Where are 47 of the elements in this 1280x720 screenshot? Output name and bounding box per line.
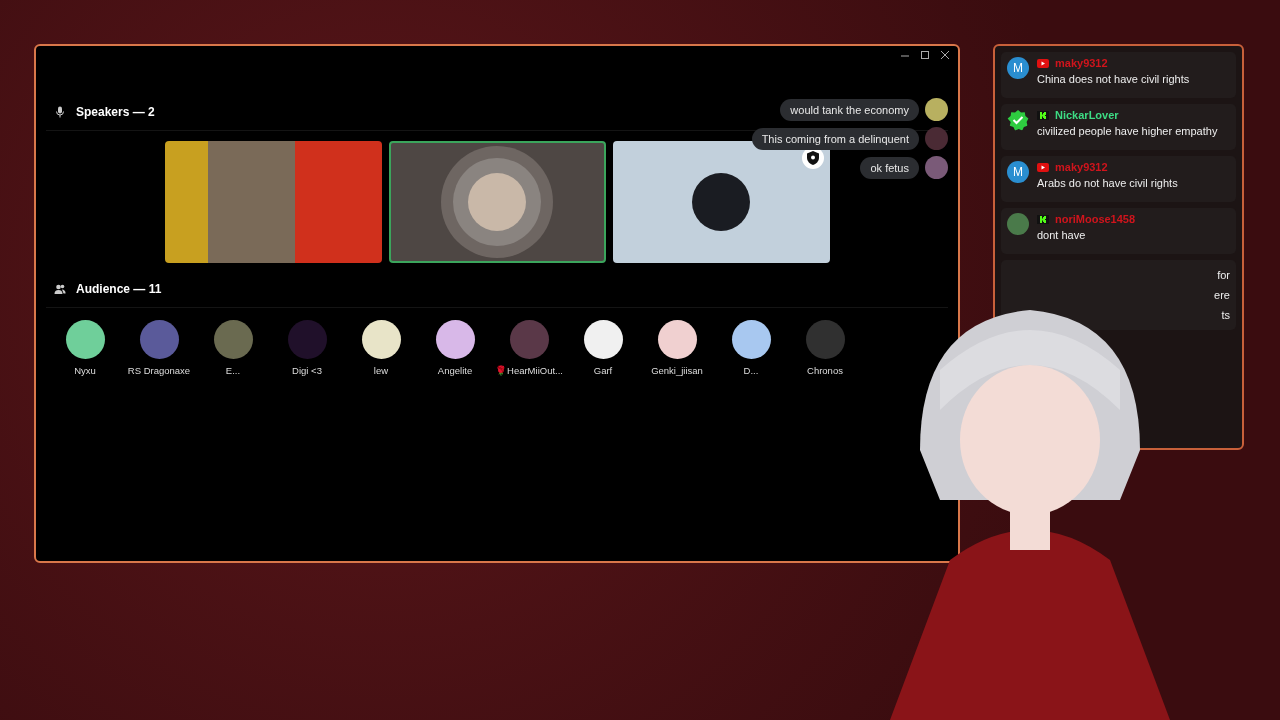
avatar: M — [1007, 161, 1029, 183]
avatar[interactable] — [435, 320, 475, 359]
member-name: Angelite — [437, 365, 473, 376]
section-heading: Speakers — 2 — [76, 105, 155, 119]
member-name: Digi <3 — [292, 365, 322, 376]
microphone-icon — [54, 106, 66, 118]
verified-badge-icon — [1007, 109, 1029, 131]
k-logo-icon — [1037, 110, 1049, 120]
username: noriMoose1458 — [1055, 213, 1136, 225]
member-name: Chronos — [807, 365, 843, 376]
speaker-tile[interactable] — [164, 141, 382, 263]
member-name: RS Dragonaxe — [127, 365, 191, 376]
message-text: civilized people have higher empathy — [1037, 124, 1219, 139]
message-text: ere — [1214, 288, 1230, 303]
avatar — [1007, 213, 1029, 235]
message-text: Arabs do not have civil rights — [1037, 176, 1179, 191]
member-name: Genki_jiisan — [651, 365, 703, 376]
avatar[interactable] — [583, 320, 623, 359]
chat-bubble: This coming from a delinquent — [751, 127, 919, 150]
message-text: for — [1217, 268, 1230, 283]
avatar: M — [1007, 57, 1029, 79]
username: NickarLover — [1055, 109, 1119, 121]
close-icon[interactable] — [940, 50, 950, 60]
member-name: D... — [743, 365, 759, 376]
message-text: dont have — [1037, 228, 1087, 243]
people-icon — [54, 283, 66, 295]
speaker-tile[interactable] — [388, 141, 606, 263]
maximize-icon[interactable] — [920, 50, 930, 60]
section-heading: Audience — 11 — [76, 282, 162, 296]
chat-bubble: would tank the economy — [780, 98, 919, 121]
avatar[interactable] — [731, 320, 771, 359]
member-name: Nyxu — [74, 365, 96, 376]
avatar[interactable] — [657, 320, 697, 359]
message-text: China does not have civil rights — [1037, 72, 1191, 87]
username: maky9312 — [1055, 57, 1108, 69]
member-name: lew — [373, 365, 389, 376]
avatar[interactable] — [361, 320, 401, 359]
k-logo-icon — [1037, 214, 1049, 224]
chat-bubble: ok fetus — [860, 156, 919, 179]
member-name: E... — [225, 365, 241, 376]
member-name: 🌹HearMiiOut... — [495, 365, 563, 376]
avatar[interactable] — [65, 320, 105, 359]
username: maky9312 — [1055, 161, 1108, 173]
play-icon — [1037, 162, 1049, 172]
member-name: Garf — [593, 365, 613, 376]
play-icon — [1037, 58, 1049, 68]
message-text: ts — [1221, 308, 1230, 323]
